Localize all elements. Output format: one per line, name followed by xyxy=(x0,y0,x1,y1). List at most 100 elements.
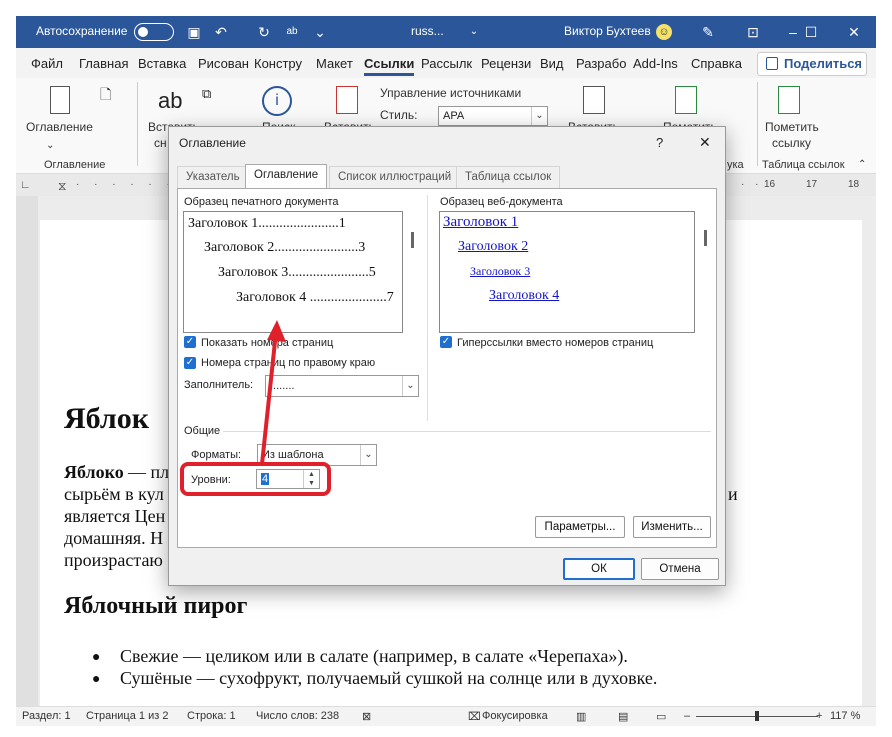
menu-help[interactable]: Справка xyxy=(691,56,742,71)
paragraph-line[interactable]: и xyxy=(728,484,738,505)
print-preview-entry: Заголовок 2........................3 xyxy=(204,240,366,255)
right-align-checkbox[interactable]: ✓ xyxy=(184,357,196,369)
paragraph-line[interactable]: является Цен xyxy=(64,506,165,527)
menu-mailings[interactable]: Рассылк xyxy=(421,56,472,71)
pen-icon[interactable]: ✎ xyxy=(700,24,716,40)
zoom-slider-thumb[interactable] xyxy=(755,711,759,721)
help-icon[interactable]: ? xyxy=(656,135,663,150)
autosave-toggle[interactable] xyxy=(134,23,174,41)
tab-toc[interactable]: Оглавление xyxy=(245,164,328,189)
ribbon-display-icon[interactable]: ⊡ xyxy=(743,22,763,42)
undo-icon[interactable]: ↶ xyxy=(213,24,229,40)
vertical-ruler[interactable] xyxy=(16,196,38,706)
maximize-icon[interactable]: ☐ xyxy=(801,22,821,42)
divider xyxy=(427,195,428,421)
title-bar: Автосохранение ▣ ↶ ↻ ab ⌄ russ... ⌄ Викт… xyxy=(16,16,876,48)
tab-authorities[interactable]: Таблица ссылок xyxy=(456,166,561,188)
footnote-icon[interactable]: ab xyxy=(158,88,182,114)
citation-icon[interactable] xyxy=(336,86,358,114)
manage-sources-label[interactable]: Управление источниками xyxy=(380,86,521,100)
print-preview-entry: Заголовок 1.......................1 xyxy=(188,216,346,231)
menu-addins[interactable]: Add-Ins xyxy=(633,56,678,71)
chevron-down-icon[interactable]: ⌄ xyxy=(466,24,482,40)
collapse-ribbon-icon[interactable]: ⌃ xyxy=(858,159,866,170)
menu-references[interactable]: Ссылки xyxy=(364,56,415,76)
scrollbar-thumb[interactable] xyxy=(411,232,414,248)
user-name[interactable]: Виктор Бухтеев xyxy=(564,24,651,38)
endnote-icon[interactable]: ⧉ xyxy=(202,86,211,102)
options-button[interactable]: Параметры... xyxy=(535,516,625,538)
avatar[interactable]: ☺ xyxy=(656,24,672,40)
paragraph-line[interactable]: произрастаю xyxy=(64,550,163,571)
indent-marker-icon[interactable]: ⧖ xyxy=(58,179,66,194)
web-preview-link[interactable]: Заголовок 4 xyxy=(489,288,559,304)
modify-button[interactable]: Изменить... xyxy=(633,516,711,538)
save-icon[interactable]: ▣ xyxy=(186,24,202,40)
cancel-button[interactable]: Отмена xyxy=(641,558,719,580)
customize-qat-icon[interactable]: ⌄ xyxy=(312,24,328,40)
menu-view[interactable]: Вид xyxy=(540,56,564,71)
close-icon[interactable]: ✕ xyxy=(699,134,711,151)
authorities-group-label: Таблица ссылок xyxy=(762,159,845,171)
close-icon[interactable]: ✕ xyxy=(844,22,864,42)
status-zoom[interactable]: 117 % xyxy=(830,710,860,722)
web-preview-link[interactable]: Заголовок 2 xyxy=(458,239,528,255)
formats-label: Форматы: xyxy=(191,449,242,461)
toc-icon[interactable] xyxy=(50,86,70,114)
web-preview-link[interactable]: Заголовок 1 xyxy=(443,214,518,231)
web-preview-link[interactable]: Заголовок 3 xyxy=(470,264,530,279)
add-text-icon[interactable]: 🗋 xyxy=(100,84,111,108)
hyperlinks-label[interactable]: Гиперссылки вместо номеров страниц xyxy=(457,337,653,349)
menu-developer[interactable]: Разрабо xyxy=(576,56,626,71)
chevron-down-icon[interactable]: ⌄ xyxy=(46,140,54,151)
menu-design[interactable]: Констру xyxy=(254,56,302,71)
list-item[interactable]: Свежие — целиком или в салате (например,… xyxy=(120,646,628,667)
status-page[interactable]: Страница 1 из 2 xyxy=(86,710,168,722)
focus-icon[interactable]: ⌧ xyxy=(468,710,481,723)
hyperlinks-checkbox[interactable]: ✓ xyxy=(440,336,452,348)
paragraph-line[interactable]: сырьём в кул xyxy=(64,484,164,505)
menu-layout[interactable]: Макет xyxy=(316,56,353,71)
style-select[interactable]: APA ⌄ xyxy=(438,106,548,126)
print-layout-icon[interactable]: ▤ xyxy=(618,710,628,723)
ruler-number: 16 xyxy=(764,179,776,190)
menu-home[interactable]: Главная xyxy=(79,56,128,71)
zoom-out-icon[interactable]: – xyxy=(684,710,690,722)
menu-draw[interactable]: Рисован xyxy=(198,56,249,71)
read-mode-icon[interactable]: ▥ xyxy=(576,710,586,723)
spelling-icon[interactable]: ab xyxy=(284,24,300,40)
minimize-icon[interactable]: – xyxy=(783,22,803,42)
status-section[interactable]: Раздел: 1 xyxy=(22,710,71,722)
toc-button-label[interactable]: Оглавление xyxy=(26,120,93,134)
caption-icon[interactable] xyxy=(583,86,605,114)
zoom-in-icon[interactable]: + xyxy=(816,710,822,722)
group-separator xyxy=(137,82,138,166)
paragraph-line[interactable]: домашняя. Н xyxy=(64,528,163,549)
share-button[interactable]: Поделиться xyxy=(757,52,867,76)
status-line[interactable]: Строка: 1 xyxy=(187,710,236,722)
scrollbar-thumb[interactable] xyxy=(704,230,707,246)
web-layout-icon[interactable]: ▭ xyxy=(656,710,666,723)
mark-citation-label[interactable]: Пометить xyxy=(765,120,819,134)
redo-icon[interactable]: ↻ xyxy=(256,24,272,40)
search-icon[interactable]: i xyxy=(262,86,292,116)
paragraph-line[interactable]: — пл xyxy=(128,462,169,483)
menu-insert[interactable]: Вставка xyxy=(138,56,186,71)
proofing-icon[interactable]: ⊠ xyxy=(362,710,371,723)
show-page-numbers-checkbox[interactable]: ✓ xyxy=(184,336,196,348)
menu-review[interactable]: Рецензи xyxy=(481,56,531,71)
ok-button[interactable]: ОК xyxy=(563,558,635,580)
menu-file[interactable]: Файл xyxy=(31,56,63,71)
mark-citation-icon[interactable] xyxy=(778,86,800,114)
status-words[interactable]: Число слов: 238 xyxy=(256,710,339,722)
tab-index[interactable]: Указатель xyxy=(177,166,249,188)
document-heading[interactable]: Яблок xyxy=(64,402,149,436)
paragraph-bold[interactable]: Яблоко xyxy=(64,462,124,483)
document-subheading[interactable]: Яблочный пирог xyxy=(64,593,247,620)
tab-stop-icon[interactable]: ∟ xyxy=(20,179,31,191)
mark-entry-icon[interactable] xyxy=(675,86,697,114)
list-item[interactable]: Сушёные — сухофрукт, получаемый сушкой н… xyxy=(120,668,657,689)
status-focus[interactable]: Фокусировка xyxy=(482,710,548,722)
ruler-number: 17 xyxy=(806,179,818,190)
tab-figures[interactable]: Список иллюстраций xyxy=(329,166,461,188)
